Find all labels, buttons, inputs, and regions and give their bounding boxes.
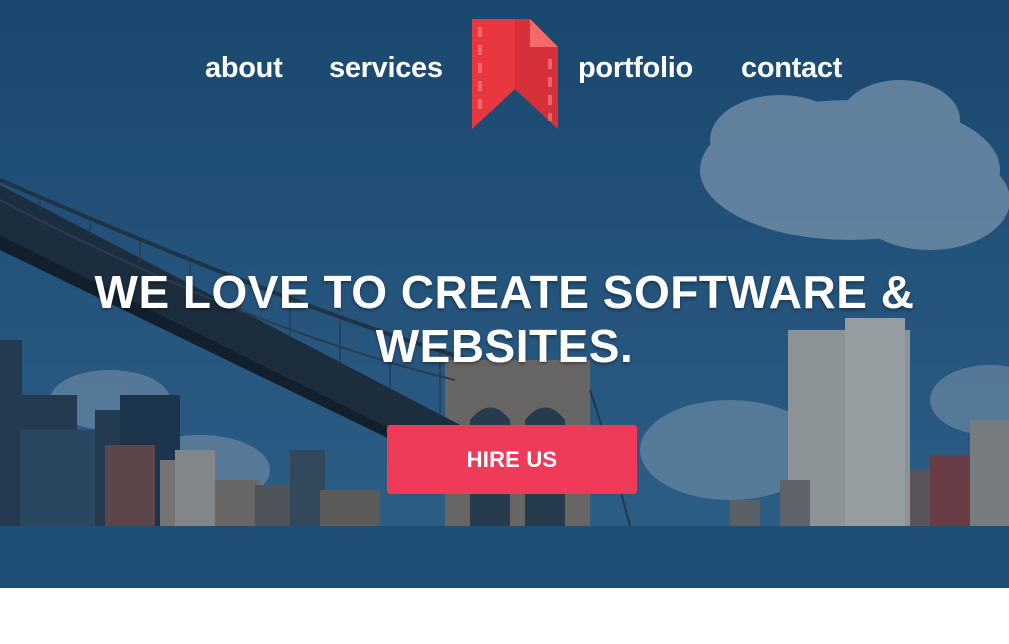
hero-headline: WE LOVE TO CREATE SOFTWARE & WEBSITES. <box>0 265 1009 373</box>
hero-headline-line-1: WE LOVE TO CREATE SOFTWARE & <box>94 266 915 318</box>
nav-link-contact[interactable]: contact <box>741 52 842 85</box>
hire-us-button[interactable]: HIRE US <box>387 425 637 494</box>
hero-bottom-band <box>0 526 1009 588</box>
hero-headline-line-2: WEBSITES. <box>375 320 634 372</box>
bookmark-ribbon-logo-icon[interactable] <box>472 19 558 129</box>
nav-link-about[interactable]: about <box>205 52 283 85</box>
nav-link-services[interactable]: services <box>329 52 443 85</box>
hero-section: about services portfolio contact WE LOVE… <box>0 0 1009 588</box>
nav-link-portfolio[interactable]: portfolio <box>578 52 693 85</box>
